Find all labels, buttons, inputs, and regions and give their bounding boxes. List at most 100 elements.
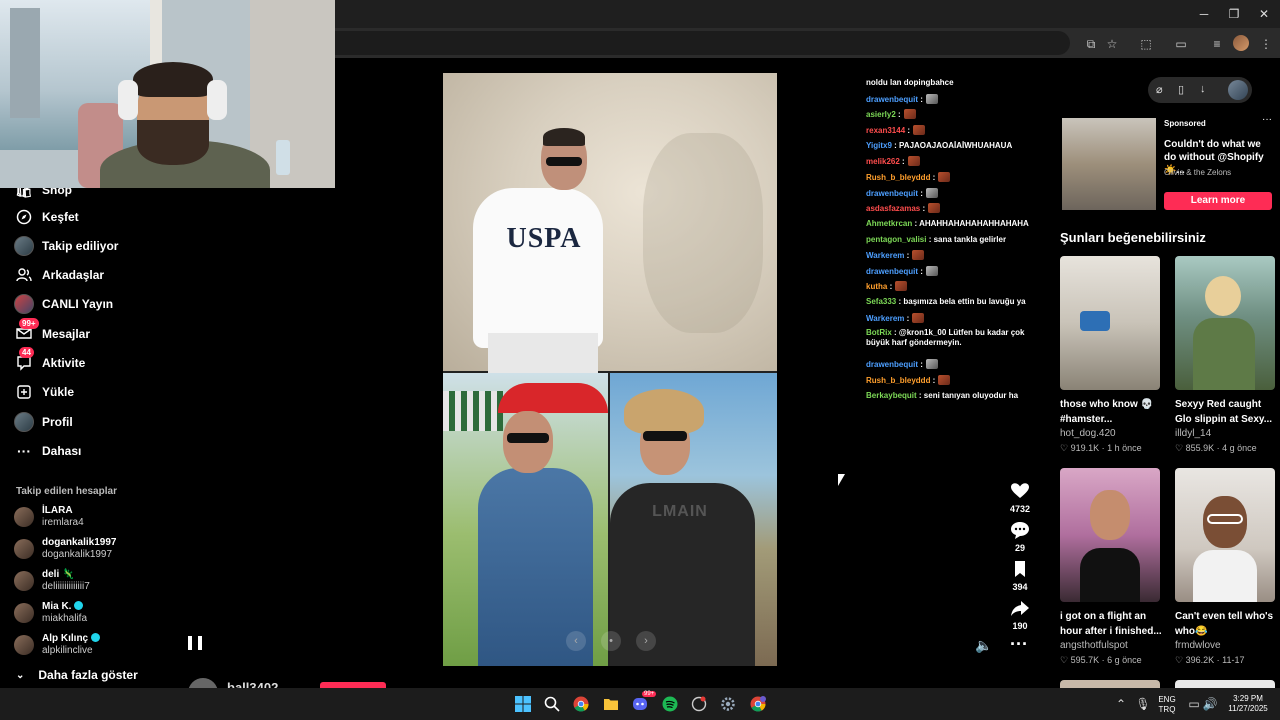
chat-username[interactable]: asierly2 [866,110,896,119]
sidebar-item-explore[interactable]: Keşfet [14,205,79,229]
carousel-next-button[interactable]: › [636,631,656,651]
video-thumbnail[interactable] [1175,256,1275,390]
extensions-icon[interactable]: ⬚ [1138,36,1154,52]
chat-username[interactable]: pentagon_valisi [866,235,926,244]
chat-username[interactable]: drawenbequit [866,267,918,276]
chat-username[interactable]: Yigitx9 [866,141,892,150]
settings-gear-icon[interactable] [720,696,736,712]
card-age: 6 g önce [1107,655,1142,665]
sidebar-item-following[interactable]: Takip ediliyor [14,234,118,258]
like-button[interactable]: 4732 [1004,481,1036,514]
chat-username[interactable]: Warkerem [866,251,904,260]
chat-username[interactable]: kutha [866,282,887,291]
video-thumbnail[interactable] [1060,256,1160,390]
chat-username[interactable]: rexan3144 [866,126,905,135]
sidebar-item-upload[interactable]: Yükle [14,380,74,404]
speaker-icon[interactable]: 🔊 [1202,696,1218,712]
card-username[interactable]: illdyl_14 [1175,427,1277,441]
spotify-icon[interactable] [662,696,678,712]
suggested-video-card[interactable]: Sexyy Red caught Glo slippin at Sexy... … [1175,256,1277,455]
chat-username[interactable]: drawenbequit [866,95,918,104]
ad-more-icon[interactable]: ··· [1262,114,1272,125]
show-more-button[interactable]: ⌄ Daha fazla göster [16,668,138,682]
windows-start-icon[interactable] [515,696,531,712]
video-thumbnail[interactable] [1060,468,1160,602]
sidebar-item-friends[interactable]: Arkadaşlar [14,263,104,287]
save-button[interactable]: 394 [1004,559,1036,592]
chat-username[interactable]: drawenbequit [866,189,918,198]
chat-username[interactable]: Ahmetkrcan [866,219,912,228]
suggested-video-card[interactable]: i got on a flight an hour after i finish… [1060,468,1162,667]
chat-username[interactable]: Rush_b_bleyddd [866,173,930,182]
learn-more-button[interactable]: Learn more [1164,192,1272,210]
chrome-profile-icon[interactable] [750,696,766,712]
microphone-icon[interactable]: 🎙 [1135,696,1151,712]
following-account[interactable]: dogankalik1997 dogankalik1997 [14,536,116,562]
install-app-icon[interactable]: ⧉ [1083,36,1099,52]
recording-app-icon[interactable] [691,696,707,712]
browser-menu-icon[interactable]: ⋮ [1258,36,1274,52]
sidebar-item-label: Keşfet [42,210,79,224]
chevron-up-icon[interactable]: ⌃ [1113,696,1129,712]
minimize-button[interactable]: ─ [1188,0,1220,28]
volume-icon[interactable]: 🔈 [975,637,992,654]
maximize-button[interactable]: ❐ [1218,0,1250,28]
download-icon[interactable]: ⌀ [1156,83,1163,96]
comment-button[interactable]: 29 [1004,520,1036,553]
chat-username[interactable]: melik262 [866,157,900,166]
bookmark-star-icon[interactable]: ☆ [1104,36,1120,52]
chat-message: Sefa333 : başımıza bela ettin bu lavuğu … [866,297,1050,307]
suggested-video-card[interactable]: those who know 💀 #hamster... hot_dog.420… [1060,256,1162,455]
profile-avatar[interactable] [1233,35,1249,51]
following-account[interactable]: Alp Kılınç alpkilinclive [14,632,101,658]
chat-username[interactable]: Sefa333 [866,297,896,306]
more-options-icon[interactable]: ··· [1010,634,1028,655]
carousel-prev-button[interactable]: ‹ [566,631,586,651]
striped-awning [443,391,503,431]
emote-icon [925,94,938,104]
chat-username[interactable]: asdasfazamas [866,204,920,213]
close-button[interactable]: ✕ [1248,0,1280,28]
sponsored-ad[interactable]: Sponsored ··· Couldn't do what we do wit… [1060,114,1274,214]
chat-username[interactable]: Warkerem [866,314,904,323]
upload-icon [14,382,34,402]
sidebar-item-live[interactable]: CANLI Yayın [14,292,113,316]
file-explorer-icon[interactable] [603,696,619,712]
following-account[interactable]: Mia K. miakhalifa [14,600,87,626]
reading-list-icon[interactable]: ≡ [1209,36,1225,52]
ad-thumbnail[interactable] [1062,118,1156,210]
chrome-icon[interactable] [573,696,589,712]
clock[interactable]: 3:29 PM 11/27/2025 [1222,694,1274,714]
keyboard-language[interactable]: ENG TRQ [1156,695,1178,715]
sidebar-item-profile[interactable]: Profil [14,410,73,434]
card-username[interactable]: frmdwlove [1175,639,1277,653]
video-thumbnail[interactable] [1175,468,1275,602]
split-view-icon[interactable]: ▭ [1173,36,1189,52]
pause-button[interactable] [188,636,202,650]
search-icon[interactable] [544,696,560,712]
heart-outline-icon: ♡ [1060,443,1071,453]
sidebar-item-activity[interactable]: 44 Aktivite [14,347,85,375]
sidebar-item-more[interactable]: ··· Dahası [14,439,81,463]
video-player[interactable]: USPA LMAIN [443,73,777,666]
chat-username[interactable]: noldu lan dopingbahce [866,78,954,87]
phone-icon[interactable]: ▯ [1178,83,1184,96]
following-account[interactable]: İLARA iremlara4 [14,504,84,530]
chat-username[interactable]: Rush_b_bleyddd [866,376,930,385]
arrow-down-icon[interactable]: ↓ [1200,83,1206,95]
chat-username[interactable]: BotRix [866,328,892,337]
suggested-video-card[interactable]: Can't even tell who's who😂 frmdwlove ♡ 3… [1175,468,1277,667]
network-icon[interactable]: ▭ [1186,696,1202,712]
card-username[interactable]: hot_dog.420 [1060,427,1162,441]
shirt-logo-text: LMAIN [652,503,708,520]
chat-username[interactable]: drawenbequit [866,360,918,369]
card-username[interactable]: angsthotfulspot [1060,639,1162,653]
following-account[interactable]: deli 🦎 deliiiiiiiiiiiii7 [14,568,90,594]
straw-hat [624,389,704,434]
sidebar-item-messages[interactable]: 99+ Mesajlar [14,318,90,346]
discord-icon[interactable]: 99+ [632,691,657,712]
chat-username[interactable]: Berkaybequit [866,391,917,400]
share-button[interactable]: 190 [1004,598,1036,631]
card-title-line1: Sexyy Red caught [1175,399,1262,410]
avatar[interactable] [1228,80,1248,100]
